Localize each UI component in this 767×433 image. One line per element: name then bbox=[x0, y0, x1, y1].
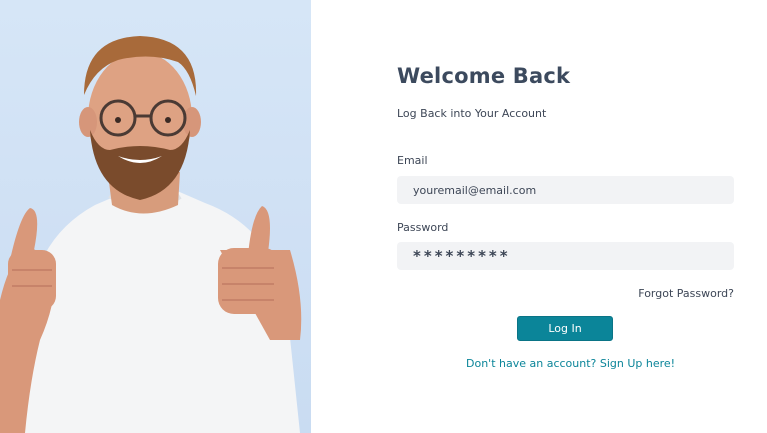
forgot-password-link[interactable]: Forgot Password? bbox=[638, 287, 734, 300]
password-field[interactable] bbox=[397, 242, 734, 270]
password-label: Password bbox=[397, 221, 449, 234]
login-panel: Welcome Back Log Back into Your Account … bbox=[311, 0, 767, 433]
page-title: Welcome Back bbox=[397, 64, 571, 88]
email-field[interactable] bbox=[397, 176, 734, 204]
hero-image bbox=[0, 0, 311, 433]
page-subtitle: Log Back into Your Account bbox=[397, 107, 547, 120]
email-label: Email bbox=[397, 154, 428, 167]
login-button[interactable]: Log In bbox=[517, 316, 613, 341]
signup-link[interactable]: Don't have an account? Sign Up here! bbox=[466, 357, 675, 370]
hero-illustration bbox=[0, 36, 302, 433]
